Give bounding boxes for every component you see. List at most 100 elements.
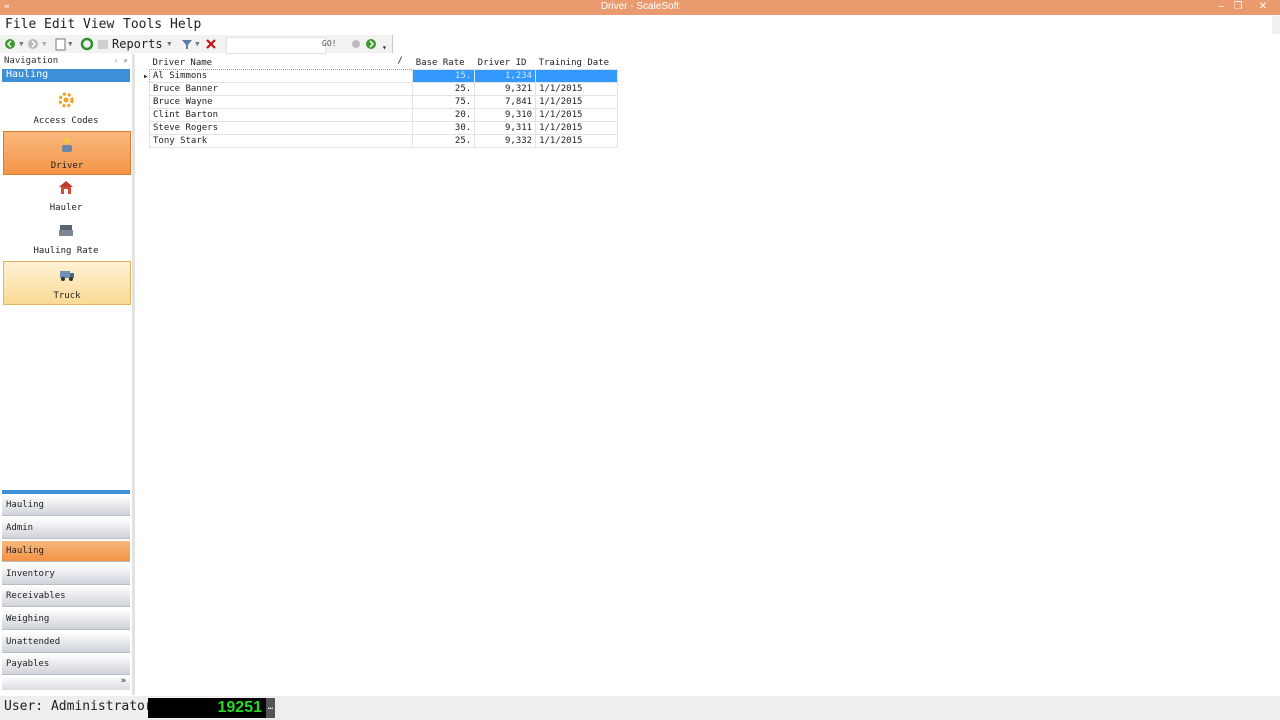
cell-base-rate[interactable]: 30. — [412, 121, 476, 135]
menu-help[interactable]: Help — [170, 17, 201, 32]
cell-driver-name[interactable]: Al Simmons — [148, 69, 414, 83]
new-button[interactable] — [54, 37, 68, 51]
close-button[interactable]: ✕ — [1255, 0, 1271, 15]
cell-training-date[interactable]: 1/1/2015 — [535, 82, 618, 96]
nav-footer[interactable]: » — [2, 676, 130, 690]
table-row[interactable]: Bruce Banner 25. 9,321 1/1/2015 — [144, 82, 618, 96]
sort-icon: / — [397, 56, 403, 66]
navigation-title: Navigation — [4, 56, 59, 66]
back-button[interactable] — [4, 37, 18, 51]
scale-weight-display: 19251 — [148, 698, 266, 718]
options-button[interactable] — [350, 37, 362, 51]
cell-driver-id[interactable]: 7,841 — [474, 95, 537, 109]
nav-item-hauler[interactable]: Hauler — [3, 174, 129, 216]
cell-driver-id[interactable]: 9,332 — [474, 134, 537, 148]
cell-training-date[interactable]: 1/1/2015 — [535, 95, 618, 109]
column-header-base-rate[interactable]: Base Rate — [413, 56, 475, 70]
cell-driver-id[interactable]: 9,311 — [474, 121, 537, 135]
new-dropdown-icon[interactable]: ▾ — [67, 37, 74, 51]
status-bar: User: Administrator 19251 … — [0, 696, 1280, 720]
cell-base-rate[interactable]: 15. — [412, 69, 476, 83]
grid-header-row: Driver Name / Base Rate Driver ID Traini… — [144, 56, 618, 70]
chevron-right-icon[interactable]: » — [121, 676, 126, 686]
driver-icon — [62, 138, 72, 152]
cell-base-rate[interactable]: 25. — [412, 134, 476, 148]
cell-training-date[interactable] — [535, 69, 618, 83]
forward-dropdown-icon[interactable]: ▾ — [41, 37, 48, 51]
menu-edit[interactable]: Edit — [44, 17, 75, 32]
table-row[interactable]: ▶ Al Simmons 15. 1,234 — [144, 69, 618, 83]
display-options-button[interactable]: … — [266, 698, 275, 718]
cell-driver-name[interactable]: Steve Rogers — [148, 121, 414, 135]
toolbar: ▾ ▾ ▾ Reports ▾ ▾ GO! ▾ — [0, 35, 393, 55]
cell-driver-name[interactable]: Bruce Banner — [148, 82, 414, 96]
nav-group-inventory[interactable]: Inventory — [2, 564, 130, 585]
cell-training-date[interactable]: 1/1/2015 — [535, 108, 618, 122]
table-row[interactable]: Clint Barton 20. 9,310 1/1/2015 — [144, 108, 618, 122]
forward-button[interactable] — [27, 37, 41, 51]
table-row[interactable]: Steve Rogers 30. 9,311 1/1/2015 — [144, 121, 618, 135]
nav-group-hauling-active[interactable]: Hauling — [2, 541, 130, 562]
nav-group-receivables[interactable]: Receivables — [2, 586, 130, 607]
cell-driver-id[interactable]: 9,321 — [474, 82, 537, 96]
menu-bar: File Edit View Tools Help — [0, 15, 1280, 34]
search-input[interactable] — [226, 37, 326, 54]
nav-group-hauling[interactable]: Hauling — [2, 495, 130, 516]
reports-icon — [98, 40, 108, 49]
column-header-training-date[interactable]: Training Date — [536, 56, 618, 70]
menu-file[interactable]: File — [5, 17, 36, 32]
filter-button[interactable] — [180, 37, 194, 51]
delete-icon — [206, 39, 216, 49]
nav-group-weighing[interactable]: Weighing — [2, 609, 130, 630]
nav-group-unattended[interactable]: Unattended — [2, 632, 130, 653]
pin-close-icon[interactable]: ‹ × — [114, 56, 128, 65]
restore-button[interactable]: ❐ — [1230, 0, 1246, 15]
nav-item-label: Driver — [50, 161, 84, 171]
nav-item-label: Hauler — [49, 203, 83, 213]
nav-group-payables[interactable]: Payables — [2, 654, 130, 675]
menu-tools[interactable]: Tools — [123, 17, 162, 32]
cell-training-date[interactable]: 1/1/2015 — [535, 121, 618, 135]
nav-item-label: Truck — [53, 291, 81, 301]
refresh-button[interactable] — [80, 37, 94, 51]
cell-training-date[interactable]: 1/1/2015 — [535, 134, 618, 148]
nav-item-driver[interactable]: Driver — [3, 131, 131, 175]
current-user-label: User: Administrator — [4, 699, 153, 714]
filter-dropdown-icon[interactable]: ▾ — [194, 37, 201, 51]
scrollbar[interactable] — [1272, 16, 1280, 34]
cell-base-rate[interactable]: 20. — [412, 108, 476, 122]
nav-item-truck[interactable]: Truck — [3, 261, 131, 305]
reports-menu[interactable]: Reports — [112, 37, 163, 51]
nav-group-title: Hauling — [2, 69, 130, 82]
cell-driver-name[interactable]: Bruce Wayne — [148, 95, 414, 109]
minimize-button[interactable]: ‒ — [1213, 0, 1229, 15]
nav-group-admin[interactable]: Admin — [2, 518, 130, 539]
table-row[interactable]: Bruce Wayne 75. 7,841 1/1/2015 — [144, 95, 618, 109]
filter-icon — [182, 40, 192, 49]
next-button[interactable] — [364, 37, 378, 51]
cell-base-rate[interactable]: 75. — [412, 95, 476, 109]
nav-item-hauling-rate[interactable]: Hauling Rate — [3, 217, 129, 259]
cell-driver-name[interactable]: Tony Stark — [148, 134, 414, 148]
menu-view[interactable]: View — [83, 17, 114, 32]
cash-register-icon — [59, 225, 73, 236]
go-button[interactable]: GO! — [322, 37, 336, 51]
table-row[interactable]: Tony Stark 25. 9,332 1/1/2015 — [144, 134, 618, 148]
nav-item-access-codes[interactable]: Access Codes — [3, 87, 129, 129]
cell-driver-name[interactable]: Clint Barton — [148, 108, 414, 122]
cell-driver-id[interactable]: 1,234 — [474, 69, 537, 83]
cell-base-rate[interactable]: 25. — [412, 82, 476, 96]
driver-grid: Driver Name / Base Rate Driver ID Traini… — [144, 56, 618, 148]
nav-splitter[interactable] — [2, 490, 130, 494]
delete-button[interactable] — [204, 37, 218, 51]
column-header-driver-name[interactable]: Driver Name / — [149, 56, 412, 70]
column-header-driver-id[interactable]: Driver ID — [475, 56, 536, 70]
reports-button[interactable] — [96, 37, 110, 51]
back-dropdown-icon[interactable]: ▾ — [18, 37, 25, 51]
cell-driver-id[interactable]: 9,310 — [474, 108, 537, 122]
next-icon — [366, 39, 376, 49]
toolbar-overflow-icon[interactable]: ▾ — [382, 41, 387, 55]
reports-dropdown-icon[interactable]: ▾ — [166, 37, 173, 51]
navigation-header: Navigation ‹ × — [0, 56, 132, 68]
navigation-pane: Navigation ‹ × Hauling Access Codes Driv… — [0, 54, 135, 695]
